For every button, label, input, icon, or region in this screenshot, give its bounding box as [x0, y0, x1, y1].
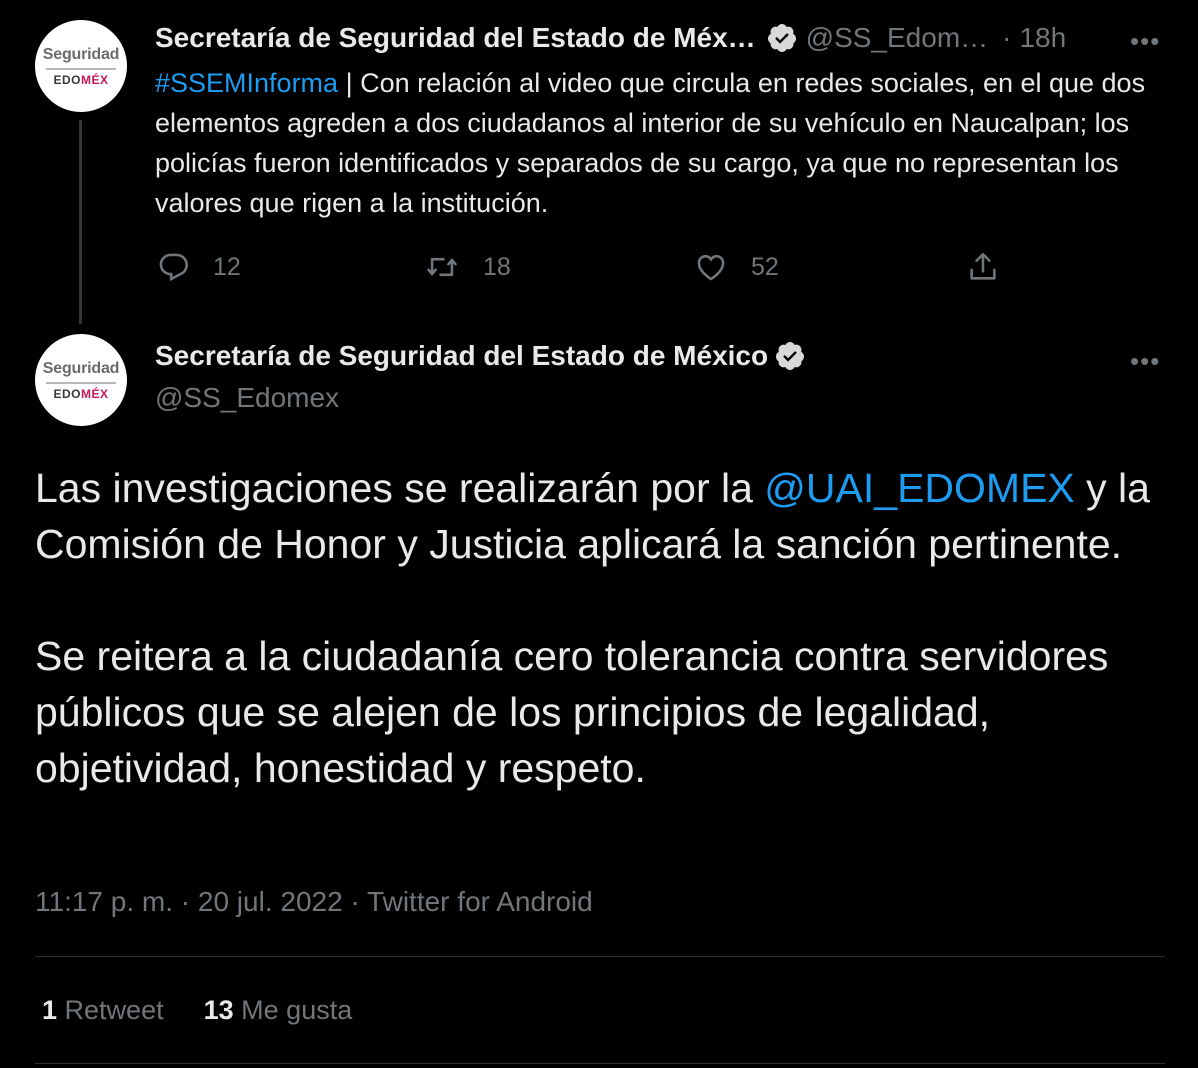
tweet-text-part: Las investigaciones se realizarán por la	[35, 465, 765, 511]
share-button[interactable]	[966, 250, 1022, 284]
engagement-counts: 1 Retweet 13 Me gusta	[42, 995, 352, 1026]
verified-badge-icon	[767, 24, 796, 52]
heart-icon	[697, 254, 725, 281]
retweet-count: 18	[483, 252, 511, 281]
tweet-header: Secretaría de Seguridad del Estado de Mé…	[155, 22, 1066, 54]
tweet-metadata[interactable]: 11:17 p. m. · 20 jul. 2022 · Twitter for…	[35, 886, 593, 918]
retweet-icon	[427, 257, 457, 277]
avatar[interactable]: Seguridad EDOMÉX	[35, 334, 127, 426]
thread-connector	[79, 120, 82, 324]
author-handle[interactable]: @SS_Edomex	[155, 382, 339, 414]
more-options-icon[interactable]: •••	[1130, 28, 1160, 54]
reply-icon	[159, 253, 188, 282]
avatar-logo-text: EDOMÉX	[53, 72, 109, 87]
avatar-brand-text: Seguridad	[42, 359, 120, 377]
retweet-stat-link[interactable]: 1 Retweet	[42, 995, 164, 1026]
retweet-stat-label: Retweet	[64, 995, 164, 1025]
avatar-brand-text: Seguridad	[42, 45, 120, 63]
tweet-paragraph: Se reitera a la ciudadanía cero toleranc…	[35, 633, 1109, 791]
retweet-stat-count: 1	[42, 995, 58, 1025]
like-stat-link[interactable]: 13 Me gusta	[204, 995, 353, 1026]
avatar-logo-text: EDOMÉX	[53, 386, 109, 401]
avatar[interactable]: Seguridad EDOMÉX	[35, 20, 127, 112]
tweet-paragraph: Las investigaciones se realizarán por la…	[35, 460, 1170, 572]
author-name-row: Secretaría de Seguridad del Estado de Mé…	[155, 340, 806, 372]
like-stat-label: Me gusta	[241, 995, 353, 1025]
like-stat-count: 13	[203, 995, 234, 1025]
tweet-text: Las investigaciones se realizarán por la…	[35, 460, 1170, 796]
verified-badge-icon	[776, 342, 805, 370]
divider	[35, 1063, 1165, 1064]
hashtag-link[interactable]: #SSEMInforma	[155, 68, 338, 98]
reply-count: 12	[213, 252, 241, 281]
more-options-icon[interactable]: •••	[1130, 348, 1160, 374]
tweet-text: #SSEMInforma | Con relación al video que…	[155, 63, 1155, 223]
like-button[interactable]: 52	[693, 250, 779, 284]
divider	[35, 956, 1165, 957]
avatar-divider	[46, 381, 116, 384]
author-name[interactable]: Secretaría de Seguridad del Estado de Mé…	[155, 22, 756, 54]
mention-link[interactable]: @UAI_EDOMEX	[764, 465, 1074, 511]
tweet-time[interactable]: 18h	[1019, 22, 1066, 54]
author-name[interactable]: Secretaría de Seguridad del Estado de Mé…	[155, 340, 768, 372]
avatar-divider	[46, 67, 116, 70]
reply-button[interactable]: 12	[157, 250, 241, 284]
author-handle[interactable]: @SS_Edom…	[806, 22, 989, 54]
like-count: 52	[751, 252, 779, 281]
retweet-button[interactable]: 18	[423, 250, 511, 284]
time-separator: ·	[1002, 22, 1012, 53]
share-icon	[970, 252, 996, 280]
